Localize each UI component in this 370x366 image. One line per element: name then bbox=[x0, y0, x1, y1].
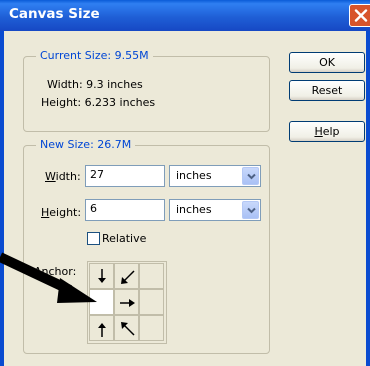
arrow-up-left-icon bbox=[121, 322, 135, 336]
arrow-down-left-icon bbox=[121, 270, 135, 284]
ok-button[interactable]: OK bbox=[289, 52, 365, 73]
height-unit-value: inches bbox=[176, 203, 212, 216]
width-unit-dropdown-button[interactable] bbox=[242, 167, 259, 185]
anchor-cell-middle-right[interactable] bbox=[139, 289, 164, 315]
anchor-cell-top-center[interactable] bbox=[114, 263, 139, 289]
close-icon bbox=[354, 9, 368, 22]
chevron-down-icon bbox=[247, 207, 256, 214]
anchor-cell-center[interactable] bbox=[114, 289, 139, 315]
window-frame-right bbox=[366, 31, 370, 366]
width-unit-select[interactable]: inches bbox=[169, 165, 261, 187]
width-unit-value: inches bbox=[176, 169, 212, 182]
height-unit-select[interactable]: inches bbox=[169, 199, 261, 221]
anchor-cell-bottom-right[interactable] bbox=[139, 315, 164, 341]
anchor-cell-bottom-center[interactable] bbox=[114, 315, 139, 341]
help-mnemonic: H bbox=[314, 125, 323, 138]
arrow-right-icon bbox=[120, 299, 135, 307]
close-button[interactable] bbox=[349, 4, 370, 27]
arrow-pointer-annotation bbox=[0, 252, 97, 303]
chevron-down-icon bbox=[247, 173, 256, 180]
help-button[interactable]: Help bbox=[289, 121, 365, 142]
height-unit-dropdown-button[interactable] bbox=[242, 201, 259, 219]
reset-button[interactable]: Reset bbox=[289, 80, 365, 101]
help-rest: elp bbox=[322, 125, 340, 138]
canvas-size-dialog: Canvas Size Current Size: 9.55M Width: 9… bbox=[0, 0, 370, 366]
anchor-cell-top-right[interactable] bbox=[139, 263, 164, 289]
